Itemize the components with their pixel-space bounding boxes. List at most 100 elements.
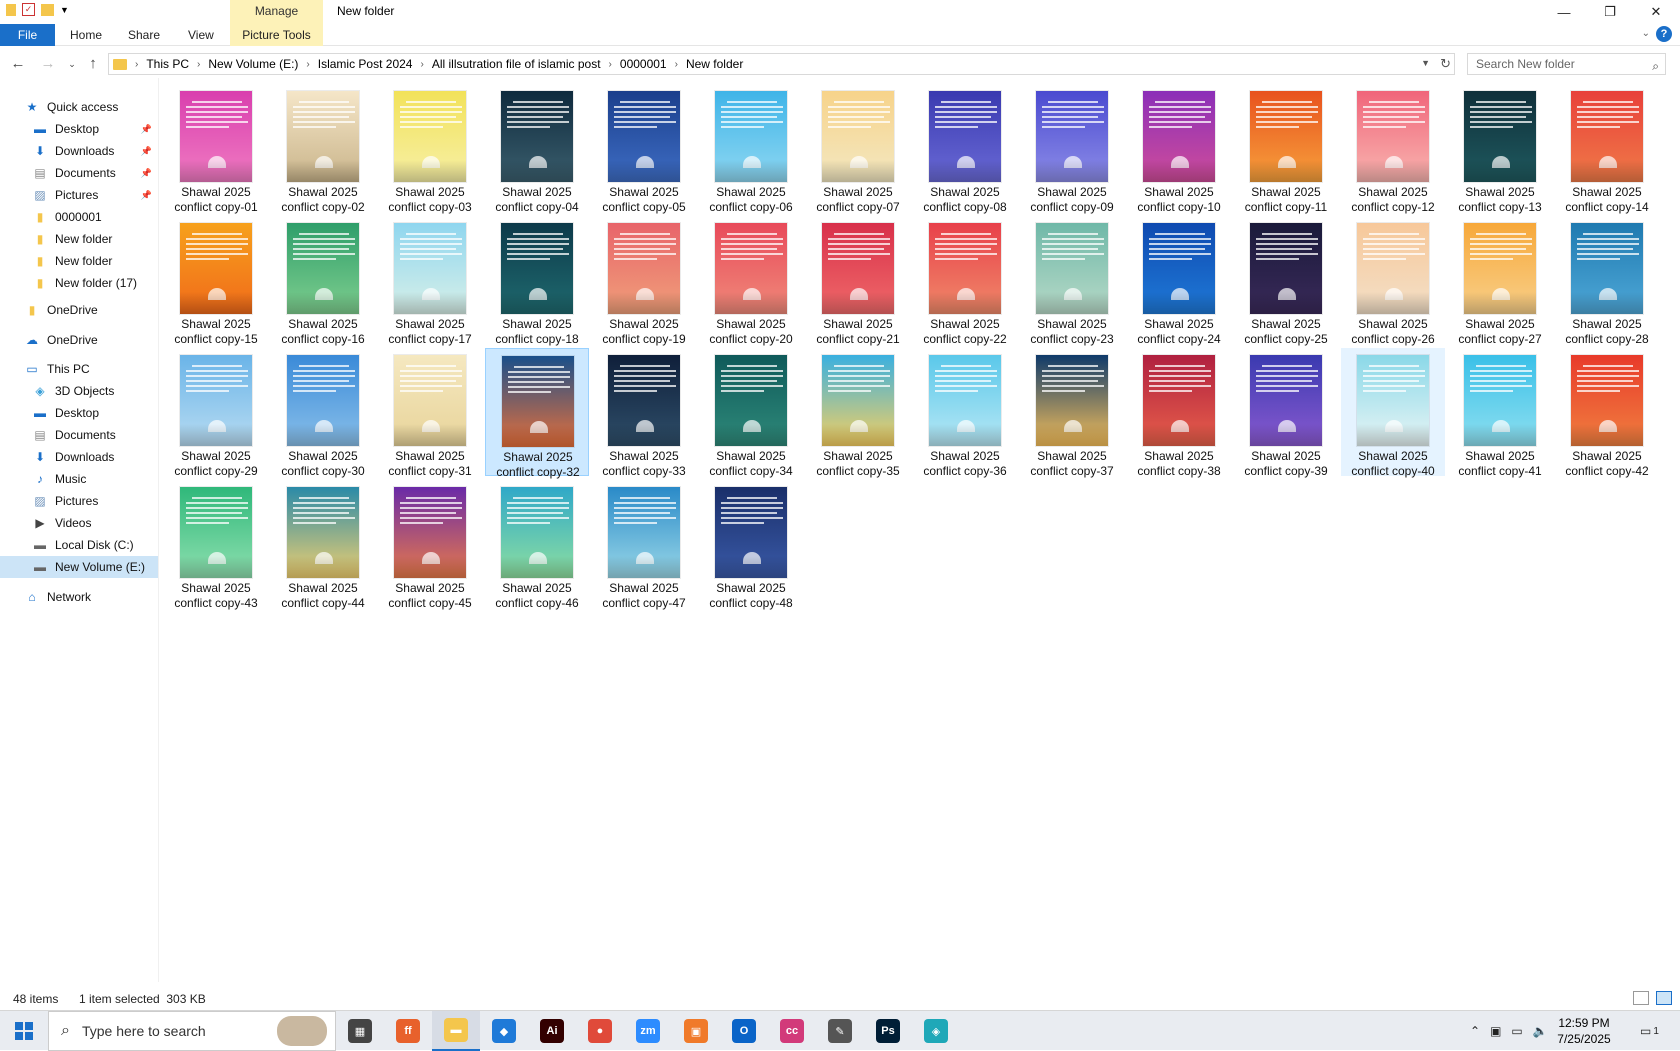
file-item[interactable]: Shawal 2025 conflict copy-43 <box>164 480 268 610</box>
file-item[interactable]: Shawal 2025 conflict copy-27 <box>1448 216 1552 346</box>
file-item[interactable]: Shawal 2025 conflict copy-10 <box>1127 84 1231 214</box>
taskbar-app-file-explorer[interactable]: ▬ <box>432 1011 480 1051</box>
taskbar-app-task-view[interactable]: ▦ <box>336 1011 384 1051</box>
file-item[interactable]: Shawal 2025 conflict copy-04 <box>485 84 589 214</box>
search-icon[interactable]: ⌕ <box>1652 56 1659 76</box>
file-item[interactable]: Shawal 2025 conflict copy-47 <box>592 480 696 610</box>
breadcrumb-islamic-post[interactable]: Islamic Post 2024 <box>318 57 413 71</box>
file-item[interactable]: Shawal 2025 conflict copy-42 <box>1555 348 1659 478</box>
file-item[interactable]: Shawal 2025 conflict copy-15 <box>164 216 268 346</box>
sidebar-item[interactable]: ☁ OneDrive <box>0 329 158 351</box>
file-item[interactable]: Shawal 2025 conflict copy-45 <box>378 480 482 610</box>
file-item[interactable]: Shawal 2025 conflict copy-39 <box>1234 348 1338 478</box>
file-item[interactable]: Shawal 2025 conflict copy-09 <box>1020 84 1124 214</box>
pane-divider[interactable] <box>158 78 159 982</box>
details-view-icon[interactable] <box>1633 991 1649 1005</box>
sidebar-item[interactable]: ▨ Pictures 📌 <box>0 184 158 206</box>
breadcrumb-this-pc[interactable]: This PC <box>146 57 189 71</box>
address-bar[interactable]: › This PC › New Volume (E:) › Islamic Po… <box>108 53 1455 75</box>
taskbar-app-illustrator[interactable]: Ai <box>528 1011 576 1051</box>
file-item[interactable]: Shawal 2025 conflict copy-40 <box>1341 348 1445 478</box>
taskbar-app-vscode[interactable]: ◆ <box>480 1011 528 1051</box>
file-item[interactable]: Shawal 2025 conflict copy-11 <box>1234 84 1338 214</box>
file-item[interactable]: Shawal 2025 conflict copy-13 <box>1448 84 1552 214</box>
new-folder-icon[interactable] <box>41 3 54 16</box>
taskbar-app-chrome[interactable]: ● <box>576 1011 624 1051</box>
file-item[interactable]: Shawal 2025 conflict copy-34 <box>699 348 803 478</box>
taskbar-app-pen-tool[interactable]: ✎ <box>816 1011 864 1051</box>
sidebar-item[interactable]: ▬ Local Disk (C:) <box>0 534 158 556</box>
sidebar-item[interactable]: ▬ New Volume (E:) <box>0 556 158 578</box>
file-item[interactable]: Shawal 2025 conflict copy-06 <box>699 84 803 214</box>
sidebar-item[interactable]: ⬇ Downloads 📌 <box>0 140 158 162</box>
sidebar-item[interactable]: ▬ Desktop <box>0 402 158 424</box>
breadcrumb-new-folder[interactable]: New folder <box>686 57 743 71</box>
back-button[interactable]: ← <box>8 54 28 74</box>
file-item[interactable]: Shawal 2025 conflict copy-28 <box>1555 216 1659 346</box>
chevron-up-icon[interactable]: ⌃ <box>1470 1024 1480 1038</box>
search-highlight-icon[interactable] <box>277 1016 327 1046</box>
taskbar-search-input[interactable]: ⌕ Type here to search <box>48 1011 336 1051</box>
sidebar-item[interactable]: ▮ 0000001 <box>0 206 158 228</box>
taskbar-app-creative-cloud[interactable]: cc <box>768 1011 816 1051</box>
forward-button[interactable]: → <box>38 54 58 74</box>
minimize-button[interactable]: — <box>1541 0 1587 24</box>
file-item[interactable]: Shawal 2025 conflict copy-26 <box>1341 216 1445 346</box>
tab-view[interactable]: View <box>188 24 214 46</box>
file-item[interactable]: Shawal 2025 conflict copy-22 <box>913 216 1017 346</box>
file-item[interactable]: Shawal 2025 conflict copy-12 <box>1341 84 1445 214</box>
close-button[interactable]: ✕ <box>1633 0 1679 24</box>
taskbar-app-photoshop[interactable]: Ps <box>864 1011 912 1051</box>
sidebar-item[interactable]: ★ Quick access <box>0 96 158 118</box>
app-tray-icon[interactable]: ▣ <box>1490 1024 1501 1038</box>
sidebar-item[interactable]: ▮ New folder <box>0 228 158 250</box>
file-item[interactable]: Shawal 2025 conflict copy-38 <box>1127 348 1231 478</box>
file-item[interactable]: Shawal 2025 conflict copy-33 <box>592 348 696 478</box>
sidebar-item[interactable]: ▨ Pictures <box>0 490 158 512</box>
taskbar-app-firefox[interactable]: ff <box>384 1011 432 1051</box>
help-icon[interactable]: ? <box>1656 26 1672 42</box>
file-item[interactable]: Shawal 2025 conflict copy-16 <box>271 216 375 346</box>
sidebar-item[interactable]: ▶ Videos <box>0 512 158 534</box>
file-item[interactable]: Shawal 2025 conflict copy-25 <box>1234 216 1338 346</box>
file-item[interactable]: Shawal 2025 conflict copy-35 <box>806 348 910 478</box>
maximize-button[interactable]: ❐ <box>1587 0 1633 24</box>
clock[interactable]: 12:59 PM 7/25/2025 <box>1544 1015 1624 1047</box>
file-item[interactable]: Shawal 2025 conflict copy-48 <box>699 480 803 610</box>
sidebar-item[interactable]: ▮ New folder <box>0 250 158 272</box>
file-item[interactable]: Shawal 2025 conflict copy-07 <box>806 84 910 214</box>
tab-home[interactable]: Home <box>70 24 102 46</box>
sidebar-item[interactable]: ▤ Documents <box>0 424 158 446</box>
file-item[interactable]: Shawal 2025 conflict copy-30 <box>271 348 375 478</box>
file-item[interactable]: Shawal 2025 conflict copy-21 <box>806 216 910 346</box>
breadcrumb-new-volume[interactable]: New Volume (E:) <box>208 57 298 71</box>
chevron-down-icon[interactable]: ▼ <box>1421 58 1430 68</box>
sidebar-item[interactable]: ⌂ Network <box>0 586 158 608</box>
file-item[interactable]: Shawal 2025 conflict copy-17 <box>378 216 482 346</box>
sidebar-item[interactable]: ▮ New folder (17) <box>0 272 158 294</box>
file-item[interactable]: Shawal 2025 conflict copy-05 <box>592 84 696 214</box>
file-item[interactable]: Shawal 2025 conflict copy-37 <box>1020 348 1124 478</box>
sidebar-item[interactable]: ◈ 3D Objects <box>0 380 158 402</box>
file-item[interactable]: Shawal 2025 conflict copy-41 <box>1448 348 1552 478</box>
taskbar-app-zoom[interactable]: zm <box>624 1011 672 1051</box>
up-button[interactable]: ↑ <box>83 54 103 74</box>
notifications-button[interactable]: ▭ 1 <box>1640 1011 1659 1051</box>
file-item[interactable]: Shawal 2025 conflict copy-36 <box>913 348 1017 478</box>
tab-picture-tools[interactable]: Picture Tools <box>230 24 323 46</box>
file-item[interactable]: Shawal 2025 conflict copy-31 <box>378 348 482 478</box>
breadcrumb-illustration-files[interactable]: All illsutration file of islamic post <box>432 57 601 71</box>
file-item[interactable]: Shawal 2025 conflict copy-44 <box>271 480 375 610</box>
recent-locations-button[interactable]: ⌄ <box>62 54 82 74</box>
file-item[interactable]: Shawal 2025 conflict copy-18 <box>485 216 589 346</box>
manage-tab[interactable]: Manage <box>230 0 323 24</box>
expand-ribbon-icon[interactable]: ⌄ <box>1642 28 1650 39</box>
file-item[interactable]: Shawal 2025 conflict copy-14 <box>1555 84 1659 214</box>
sidebar-item[interactable]: ▤ Documents 📌 <box>0 162 158 184</box>
refresh-icon[interactable]: ↻ <box>1440 56 1451 72</box>
start-button[interactable] <box>0 1011 48 1051</box>
file-item[interactable]: Shawal 2025 conflict copy-20 <box>699 216 803 346</box>
file-item[interactable]: Shawal 2025 conflict copy-02 <box>271 84 375 214</box>
file-item[interactable]: Shawal 2025 conflict copy-29 <box>164 348 268 478</box>
file-item[interactable]: Shawal 2025 conflict copy-24 <box>1127 216 1231 346</box>
